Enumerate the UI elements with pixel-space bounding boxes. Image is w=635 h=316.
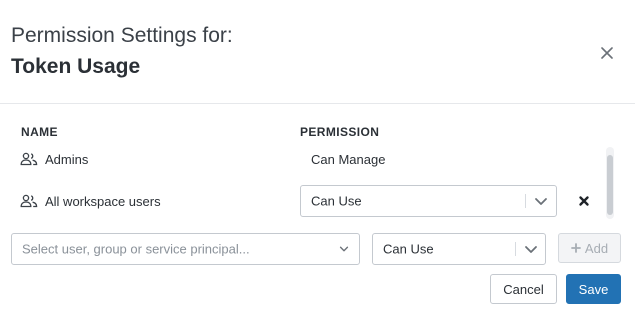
save-button[interactable]: Save bbox=[566, 274, 621, 304]
close-button[interactable] bbox=[596, 42, 618, 64]
cancel-button-label: Cancel bbox=[503, 281, 544, 297]
select-separator bbox=[525, 194, 526, 208]
column-header-name: NAME bbox=[21, 125, 58, 139]
save-button-label: Save bbox=[578, 281, 609, 297]
add-button-label: Add bbox=[584, 240, 609, 256]
scrollbar-thumb[interactable] bbox=[607, 155, 613, 215]
principal-name: Admins bbox=[45, 152, 89, 167]
permission-select-value: Can Use bbox=[311, 193, 362, 209]
users-icon bbox=[20, 152, 38, 166]
permissions-list-scrollbar[interactable] bbox=[606, 147, 614, 219]
permission-level-static: Can Manage bbox=[311, 152, 386, 167]
chevron-down-icon bbox=[525, 246, 537, 253]
plus-icon bbox=[571, 243, 581, 253]
close-icon bbox=[579, 196, 589, 206]
column-header-permission: PERMISSION bbox=[300, 125, 380, 139]
add-button[interactable]: Add bbox=[558, 233, 621, 263]
new-permission-select[interactable]: Can Use bbox=[372, 233, 546, 265]
permission-settings-dialog: Permission Settings for: Token Usage NAM… bbox=[0, 0, 635, 316]
dialog-title-object: Token Usage bbox=[11, 55, 141, 78]
permission-select-all-workspace-users[interactable]: Can Use bbox=[300, 185, 557, 217]
chevron-down-icon bbox=[339, 246, 349, 252]
cancel-button[interactable]: Cancel bbox=[490, 274, 557, 304]
dialog-header: Permission Settings for: Token Usage bbox=[0, 0, 635, 104]
principal-name: All workspace users bbox=[45, 194, 161, 209]
principal-search-placeholder: Select user, group or service principal.… bbox=[22, 241, 250, 257]
dialog-title-prefix: Permission Settings for: bbox=[11, 24, 233, 47]
select-separator bbox=[515, 242, 516, 256]
remove-permission-button[interactable] bbox=[577, 194, 591, 208]
principal-search-select[interactable]: Select user, group or service principal.… bbox=[11, 233, 360, 265]
close-icon bbox=[601, 47, 613, 59]
users-icon bbox=[20, 194, 38, 208]
new-permission-value: Can Use bbox=[383, 241, 434, 257]
chevron-down-icon bbox=[535, 198, 547, 205]
